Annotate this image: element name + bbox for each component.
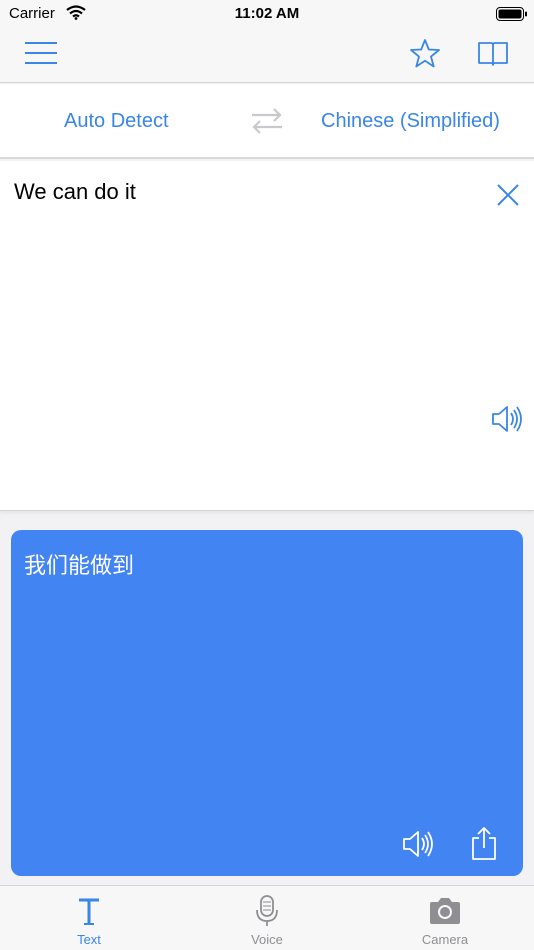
status-bar: Carrier 11:02 AM (0, 0, 534, 28)
close-icon (494, 184, 522, 213)
speak-translation-button[interactable] (401, 826, 437, 862)
share-icon (469, 827, 499, 866)
text-t-icon (71, 894, 107, 928)
tab-camera[interactable]: Camera (385, 886, 505, 950)
swap-arrows-icon (249, 108, 285, 140)
speak-source-button[interactable] (490, 401, 526, 437)
source-language-button[interactable]: Auto Detect (64, 84, 169, 159)
microphone-icon (249, 894, 285, 928)
menu-button[interactable] (23, 38, 59, 72)
hamburger-menu-icon (24, 41, 58, 70)
clear-text-button[interactable] (494, 181, 522, 209)
clock: 11:02 AM (234, 5, 300, 22)
book-icon (477, 39, 509, 72)
speaker-icon (490, 406, 526, 441)
speaker-icon (401, 831, 437, 866)
tab-text[interactable]: Text (29, 886, 149, 950)
battery-icon (496, 7, 528, 26)
source-text[interactable]: We can do it (14, 179, 136, 205)
tab-camera-label: Camera (421, 932, 469, 947)
swap-languages-button[interactable] (249, 106, 285, 136)
language-selector-bar: Auto Detect Chinese (Simplified) (0, 84, 534, 159)
tab-bar: Text Voice Camera (0, 885, 534, 950)
tab-text-label: Text (77, 932, 101, 947)
tab-voice-label: Voice (251, 932, 283, 947)
target-language-button[interactable]: Chinese (Simplified) (321, 84, 500, 159)
camera-icon (427, 894, 463, 928)
favorites-button[interactable] (407, 38, 443, 72)
navigation-bar (0, 28, 534, 83)
tab-voice[interactable]: Voice (207, 886, 327, 950)
source-text-area[interactable]: We can do it (0, 161, 534, 511)
share-button[interactable] (469, 826, 499, 862)
star-icon (409, 38, 441, 73)
translation-result-card: 我们能做到 (11, 530, 523, 876)
dictionary-button[interactable] (475, 38, 511, 72)
translated-text: 我们能做到 (24, 553, 135, 578)
